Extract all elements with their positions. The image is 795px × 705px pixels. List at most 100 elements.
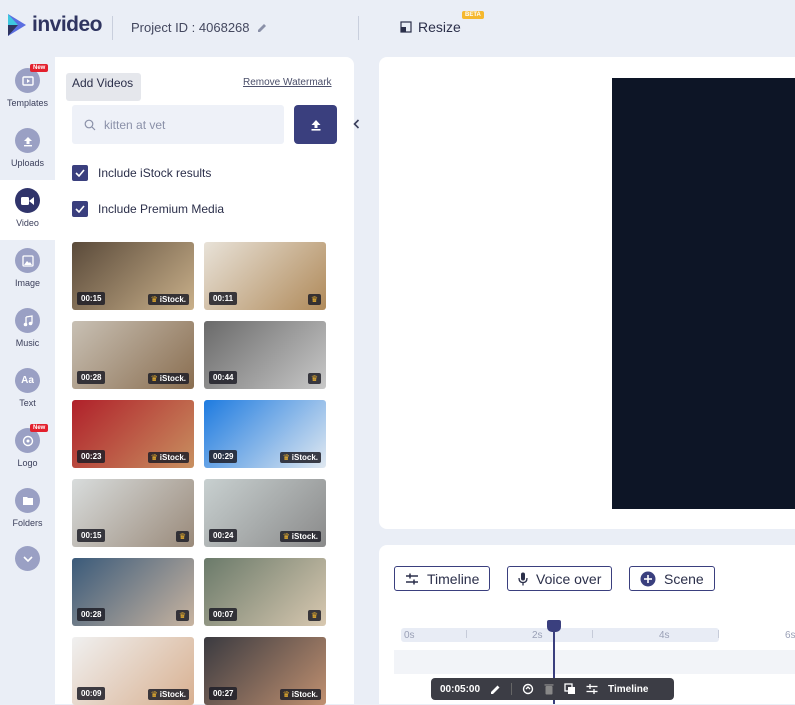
istock-badge: ♛ iStock. xyxy=(147,452,189,463)
search-input[interactable] xyxy=(104,117,274,132)
video-thumbnail[interactable]: 00:11 ♛ xyxy=(204,242,326,310)
add-videos-tooltip: Add Videos xyxy=(66,73,141,101)
checkbox[interactable] xyxy=(72,201,88,217)
logo-text: invideo xyxy=(32,13,103,36)
timeline-icon xyxy=(406,573,418,584)
rail-more-button[interactable] xyxy=(0,538,55,598)
left-rail: Templates New Uploads Video Image Music … xyxy=(0,56,55,704)
duration-badge: 00:09 xyxy=(77,687,106,700)
video-thumbnail[interactable]: 00:28 ♛ iStock. xyxy=(72,321,194,389)
tick-mark xyxy=(592,630,593,638)
voice-over-button-label: Voice over xyxy=(536,570,602,587)
premium-badge: ♛ xyxy=(307,373,321,384)
istock-badge: ♛ iStock. xyxy=(147,689,189,700)
resize-button[interactable]: Resize xyxy=(400,19,461,35)
resize-icon xyxy=(400,21,412,33)
rail-item-music[interactable]: Music xyxy=(0,300,55,360)
tick-mark xyxy=(718,630,719,638)
rail-item-templates[interactable]: Templates New xyxy=(0,60,55,120)
rail-label: Folders xyxy=(12,518,43,528)
rail-item-uploads[interactable]: Uploads xyxy=(0,120,55,180)
top-bar: invideo Project ID : 4068268 Resize BETA xyxy=(0,0,795,56)
duration-badge: 00:23 xyxy=(77,450,106,463)
duration-badge: 00:27 xyxy=(209,687,238,700)
rail-item-logo[interactable]: Logo New xyxy=(0,420,55,480)
duration-badge: 00:28 xyxy=(77,608,106,621)
video-thumbnail[interactable]: 00:15 ♛ xyxy=(72,479,194,547)
collapse-panel-button[interactable] xyxy=(348,113,364,135)
duration-badge: 00:29 xyxy=(209,450,238,463)
rail-label: Templates xyxy=(6,98,49,108)
include-istock-option[interactable]: Include iStock results xyxy=(72,165,211,181)
scene-button-label: Scene xyxy=(664,570,704,587)
duration-badge: 00:44 xyxy=(209,371,238,384)
remove-watermark-link[interactable]: Remove Watermark xyxy=(243,77,332,88)
invideo-logo[interactable]: invideo xyxy=(6,12,103,38)
duration-badge: 00:15 xyxy=(77,529,106,542)
music-note-icon xyxy=(15,308,40,333)
playhead-handle[interactable] xyxy=(547,620,561,632)
timeline-ruler[interactable] xyxy=(401,628,719,642)
rail-item-image[interactable]: Image xyxy=(0,240,55,300)
video-preview[interactable] xyxy=(612,78,795,509)
timeline-icon xyxy=(586,684,598,694)
duration-badge: 00:28 xyxy=(77,371,106,384)
toolbar-separator xyxy=(511,683,513,695)
upload-button[interactable] xyxy=(294,105,337,144)
chevron-left-icon xyxy=(352,119,359,129)
voice-over-button[interactable]: Voice over xyxy=(507,566,613,591)
rail-item-folders[interactable]: Folders xyxy=(0,480,55,540)
rail-label: Text xyxy=(19,398,36,408)
duration-badge: 00:07 xyxy=(209,608,238,621)
include-premium-option[interactable]: Include Premium Media xyxy=(72,201,224,217)
rail-item-video[interactable]: Video xyxy=(0,180,55,240)
tick-label: 0s xyxy=(404,630,415,641)
video-thumbnail[interactable]: 00:44 ♛ xyxy=(204,321,326,389)
duplicate-icon[interactable] xyxy=(564,683,576,695)
rail-label: Image xyxy=(14,278,40,288)
video-thumbnail[interactable]: 00:29 ♛ iStock. xyxy=(204,400,326,468)
tick-label: 2s xyxy=(532,630,543,641)
video-thumbnail[interactable]: 00:09 ♛ iStock. xyxy=(72,637,194,705)
video-thumbnail[interactable]: 00:27 ♛ iStock. xyxy=(204,637,326,705)
trash-icon[interactable] xyxy=(544,683,554,695)
rail-label: Logo xyxy=(17,458,38,468)
tick-label: 6s xyxy=(785,630,795,641)
duration-badge: 00:11 xyxy=(209,292,238,305)
scene-timeline-label[interactable]: Timeline xyxy=(608,684,648,695)
video-thumbnail[interactable]: 00:28 ♛ xyxy=(72,558,194,626)
replace-icon[interactable] xyxy=(522,683,534,695)
video-thumbnail[interactable]: 00:23 ♛ iStock. xyxy=(72,400,194,468)
add-scene-button[interactable]: Scene xyxy=(629,566,715,591)
folder-icon xyxy=(15,488,40,513)
istock-badge: ♛ iStock. xyxy=(279,452,321,463)
text-aa-icon: Aa xyxy=(15,368,40,393)
premium-badge: ♛ xyxy=(307,294,321,305)
rail-label: Uploads xyxy=(10,158,45,168)
video-thumbnail[interactable]: 00:15 ♛ iStock. xyxy=(72,242,194,310)
project-id-label: Project ID : 4068268 xyxy=(131,20,250,35)
microphone-icon xyxy=(518,572,528,585)
edit-pencil-icon[interactable] xyxy=(256,22,268,34)
new-badge: New xyxy=(30,64,49,72)
scene-duration[interactable]: 00:05:00 xyxy=(440,684,480,695)
duration-badge: 00:24 xyxy=(209,529,238,542)
istock-badge: ♛ iStock. xyxy=(279,531,321,542)
timeline-track[interactable] xyxy=(394,650,795,674)
premium-badge: ♛ xyxy=(175,610,189,621)
search-box[interactable] xyxy=(72,105,284,144)
checkbox-label: Include Premium Media xyxy=(98,202,225,216)
premium-badge: ♛ xyxy=(175,531,189,542)
istock-badge: ♛ iStock. xyxy=(147,294,189,305)
premium-badge: ♛ xyxy=(307,610,321,621)
istock-badge: ♛ iStock. xyxy=(279,689,321,700)
timeline-button[interactable]: Timeline xyxy=(394,566,491,591)
rail-label: Music xyxy=(15,338,40,348)
video-thumbnail[interactable]: 00:24 ♛ iStock. xyxy=(204,479,326,547)
edit-pencil-icon[interactable] xyxy=(490,684,501,695)
checkbox[interactable] xyxy=(72,165,88,181)
header-divider xyxy=(112,16,113,40)
rail-item-text[interactable]: Aa Text xyxy=(0,360,55,420)
video-thumbnail[interactable]: 00:07 ♛ xyxy=(204,558,326,626)
image-icon xyxy=(15,248,40,273)
